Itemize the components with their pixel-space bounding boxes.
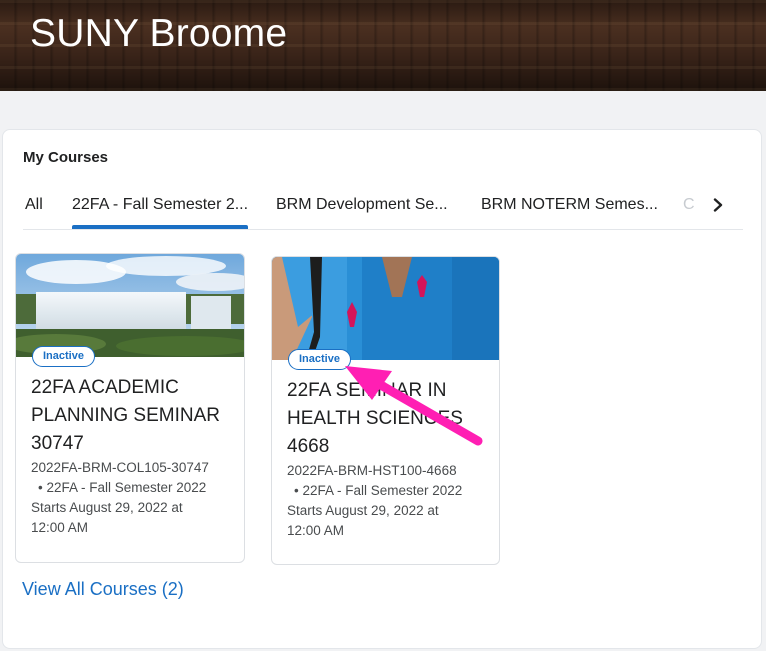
course-card[interactable]: Inactive 22FA SEMINAR IN HEALTH SCIENCES… xyxy=(271,256,500,565)
status-badge: Inactive xyxy=(288,349,351,370)
course-code: 2022FA-BRM-COL105-30747 xyxy=(31,460,209,475)
semester-tabs: All 22FA - Fall Semester 2... BRM Develo… xyxy=(23,182,743,230)
course-image-health xyxy=(272,257,499,360)
widget-title: My Courses xyxy=(23,149,109,166)
course-start-date: Starts August 29, 2022 at 12:00 AM xyxy=(287,503,439,538)
course-title[interactable]: 22FA SEMINAR IN HEALTH SCIENCES 4668 xyxy=(287,377,463,461)
org-title: SUNY Broome xyxy=(30,12,288,55)
tab-next-button[interactable] xyxy=(703,190,733,220)
status-badge: Inactive xyxy=(32,346,95,367)
course-card[interactable]: Inactive 22FA ACADEMIC PLANNING SEMINAR … xyxy=(15,253,245,563)
view-all-courses-link[interactable]: View All Courses (2) xyxy=(22,579,184,600)
tab-brm-development[interactable]: BRM Development Se... xyxy=(276,196,448,214)
my-courses-widget: My Courses All 22FA - Fall Semester 2...… xyxy=(2,129,762,649)
tab-22fa[interactable]: 22FA - Fall Semester 2... xyxy=(72,196,248,214)
tab-brm-noterm[interactable]: BRM NOTERM Semes... xyxy=(481,196,658,214)
course-title[interactable]: 22FA ACADEMIC PLANNING SEMINAR 30747 xyxy=(31,374,220,458)
banner: SUNY Broome xyxy=(0,0,766,91)
course-semester: • 22FA - Fall Semester 2022 xyxy=(38,480,207,495)
tab-overflow[interactable]: C xyxy=(683,196,695,214)
active-tab-indicator xyxy=(72,225,248,229)
course-code: 2022FA-BRM-HST100-4668 xyxy=(287,463,457,478)
course-image-waterfall xyxy=(16,254,244,357)
course-start-date: Starts August 29, 2022 at 12:00 AM xyxy=(31,500,183,535)
course-semester: • 22FA - Fall Semester 2022 xyxy=(294,483,463,498)
chevron-right-icon xyxy=(713,198,723,212)
tab-all[interactable]: All xyxy=(25,196,43,214)
